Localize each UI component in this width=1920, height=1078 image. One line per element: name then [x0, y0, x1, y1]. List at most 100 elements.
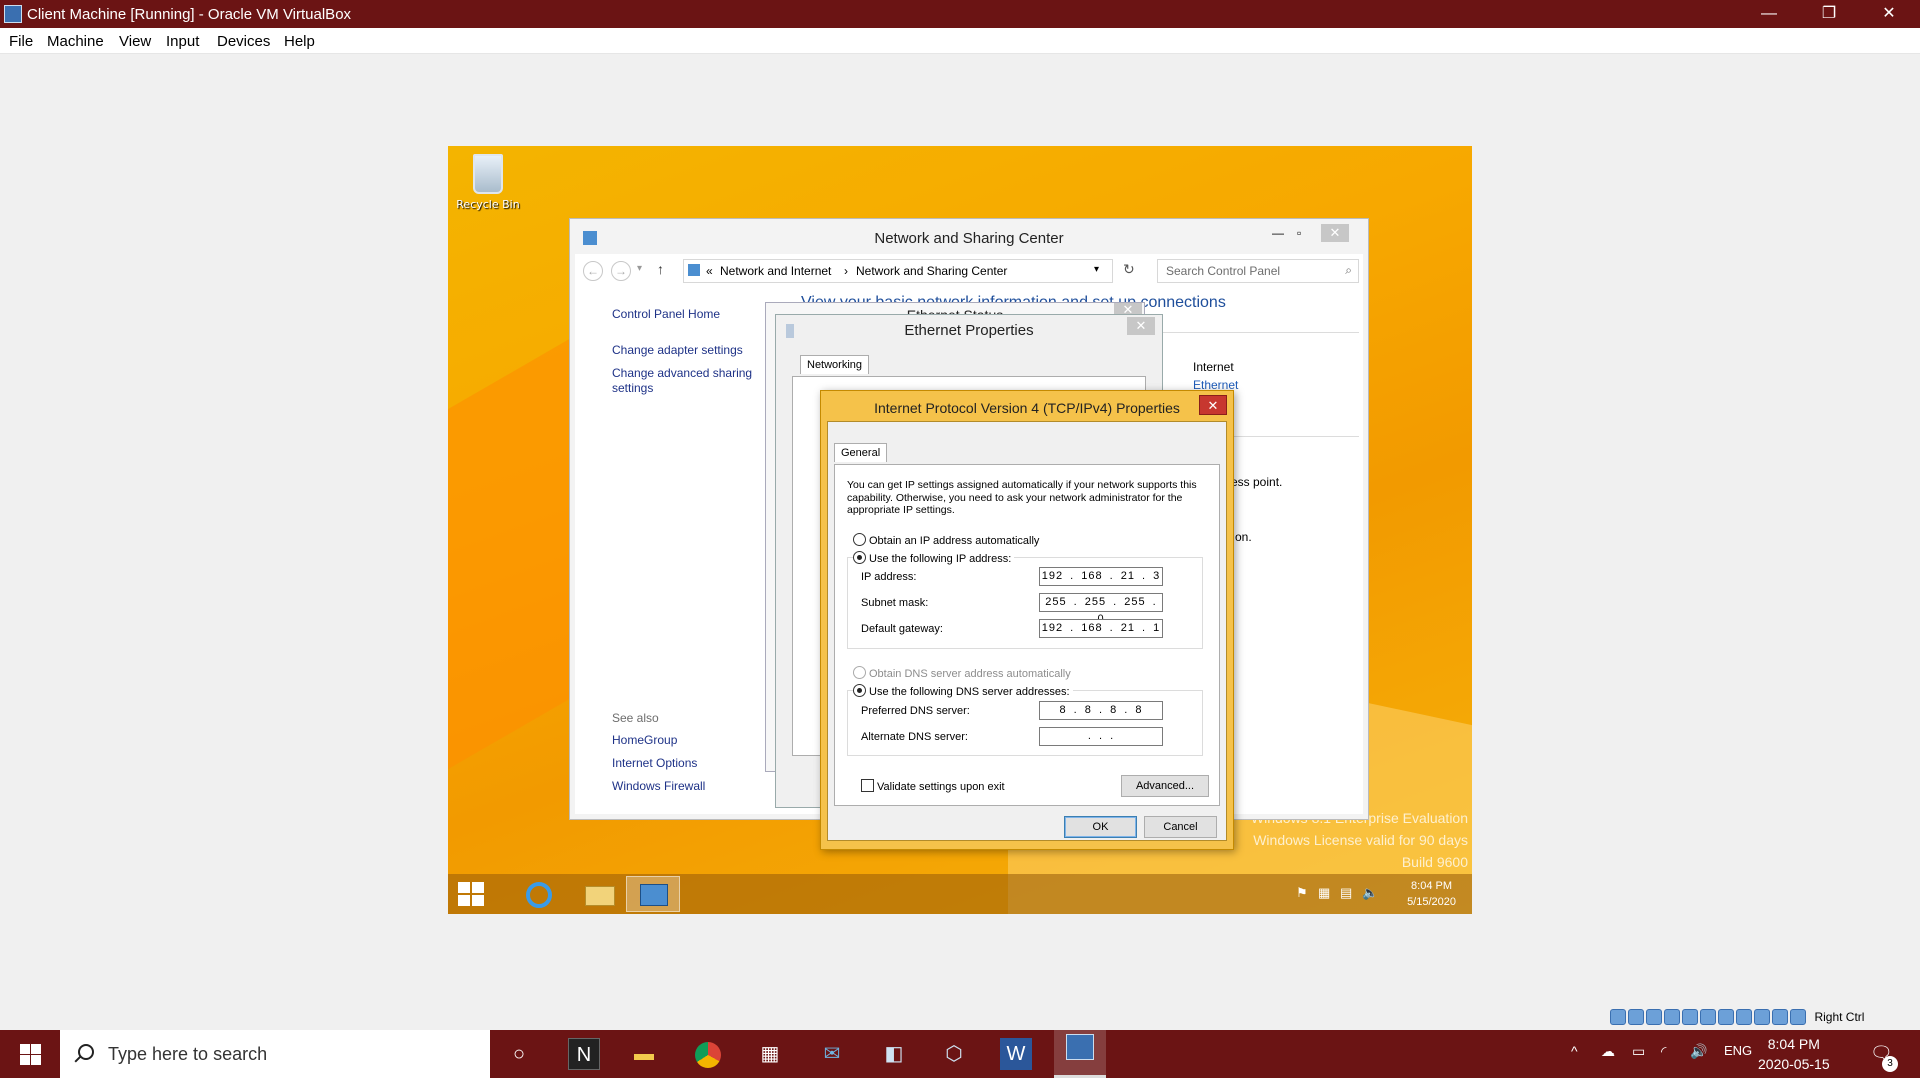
menu-devices[interactable]: Devices	[217, 33, 270, 50]
cpu-icon[interactable]	[1754, 1008, 1770, 1025]
wifi-icon[interactable]: ◜	[1661, 1043, 1666, 1060]
language-indicator[interactable]: ENG	[1724, 1043, 1752, 1058]
alternate-dns-field[interactable]: . . .	[1039, 727, 1163, 746]
up-arrow-icon[interactable]: ↑	[657, 261, 664, 277]
obtain-ip-auto-radio[interactable]: Obtain an IP address automatically	[853, 533, 1039, 547]
windows-start-button[interactable]	[0, 1030, 60, 1078]
guest-clock[interactable]: 8:04 PM 5/15/2020	[1407, 878, 1456, 910]
default-gateway-field[interactable]: 192 . 168 . 21 . 1	[1039, 619, 1163, 638]
search-icon[interactable]: ⌕	[1345, 263, 1352, 278]
recycle-bin[interactable]: Recycle Bin	[456, 154, 520, 211]
volume-icon[interactable]: 🔊	[1690, 1043, 1707, 1060]
recording-icon[interactable]	[1736, 1008, 1752, 1025]
breadcrumb-nsc[interactable]: Network and Sharing Center	[856, 264, 1007, 278]
chevron-down-icon[interactable]: ▾	[1094, 264, 1099, 275]
menu-help[interactable]: Help	[284, 33, 315, 50]
volume-icon[interactable]: 🔈	[1362, 885, 1378, 901]
back-arrow-icon[interactable]: ←	[583, 261, 603, 281]
ethernet-properties-title: Ethernet Properties	[904, 322, 1034, 339]
search-placeholder: Search Control Panel	[1166, 264, 1281, 278]
notion-icon[interactable]: N	[568, 1038, 600, 1070]
battery-icon[interactable]: ▭	[1632, 1043, 1645, 1060]
tab-general[interactable]: General	[834, 443, 888, 462]
vm-window-icon[interactable]	[1054, 1030, 1106, 1078]
menu-machine[interactable]: Machine	[47, 33, 104, 50]
ok-button[interactable]: OK	[1064, 816, 1137, 838]
search-placeholder: Type here to search	[108, 1044, 268, 1064]
host-clock[interactable]: 8:04 PM 2020-05-15	[1758, 1034, 1830, 1074]
notification-badge: 3	[1882, 1056, 1898, 1072]
shared-folder-icon[interactable]	[1700, 1008, 1716, 1025]
minimize-button[interactable]: —	[1272, 226, 1284, 240]
refresh-icon[interactable]: ↻	[1123, 261, 1135, 278]
menu-input[interactable]: Input	[166, 33, 199, 50]
tab-networking[interactable]: Networking	[800, 355, 870, 374]
internet-options-link[interactable]: Internet Options	[612, 756, 697, 771]
use-ip-radio[interactable]: Use the following IP address:	[853, 551, 1015, 565]
close-button[interactable]: ✕	[1127, 317, 1155, 335]
display-icon[interactable]	[1718, 1008, 1734, 1025]
breadcrumb-network-internet[interactable]: Network and Internet	[720, 264, 831, 278]
wallpaper-shape	[448, 328, 588, 804]
vbox-status-bar: Right Ctrl	[1610, 1008, 1864, 1028]
control-panel-icon[interactable]	[626, 876, 680, 912]
chrome-icon[interactable]	[692, 1038, 724, 1070]
use-ip-label: Use the following IP address:	[869, 553, 1012, 565]
obtain-dns-auto-label: Obtain DNS server address automatically	[869, 668, 1071, 680]
control-panel-home-link[interactable]: Control Panel Home	[612, 307, 720, 322]
ie-icon[interactable]	[512, 876, 566, 912]
homegroup-link[interactable]: HomeGroup	[612, 733, 677, 748]
validate-settings-checkbox[interactable]: Validate settings upon exit	[861, 779, 1005, 793]
change-advanced-sharing-link[interactable]: Change advanced sharing	[612, 366, 752, 381]
cortana-icon[interactable]: ○	[503, 1038, 535, 1070]
search-input[interactable]: Search Control Panel ⌕	[1157, 259, 1359, 283]
optical-drive-icon[interactable]	[1628, 1008, 1644, 1025]
mail-icon[interactable]: ✉	[816, 1038, 848, 1070]
ipv4-properties-dialog[interactable]: Internet Protocol Version 4 (TCP/IPv4) P…	[820, 390, 1234, 850]
store-icon[interactable]: ▦	[754, 1038, 786, 1070]
file-explorer-icon[interactable]	[573, 876, 627, 912]
advanced-button[interactable]: Advanced...	[1121, 775, 1209, 797]
network-adapter-icon[interactable]	[1664, 1008, 1680, 1025]
chevron-up-icon[interactable]: ^	[1571, 1043, 1578, 1059]
host-menu-bar: File Machine View Input Devices Help	[0, 28, 1920, 54]
change-advanced-sharing-link-line2[interactable]: settings	[612, 381, 653, 396]
network-icon[interactable]: ▦	[1318, 885, 1330, 901]
use-dns-radio[interactable]: Use the following DNS server addresses:	[853, 684, 1073, 698]
app-icon[interactable]: ◧	[878, 1038, 910, 1070]
subnet-mask-field[interactable]: 255 . 255 . 255 . 0	[1039, 593, 1163, 625]
obtain-dns-auto-radio[interactable]: Obtain DNS server address automatically	[853, 666, 1071, 680]
virtualbox-icon[interactable]: ⬡	[938, 1038, 970, 1070]
change-adapter-settings-link[interactable]: Change adapter settings	[612, 343, 743, 358]
audio-icon[interactable]	[1646, 1008, 1662, 1025]
radio-icon	[853, 684, 866, 697]
close-button[interactable]: ✕	[1199, 395, 1227, 415]
breadcrumb[interactable]: « Network and Internet › Network and Sha…	[683, 259, 1113, 283]
windows-firewall-link[interactable]: Windows Firewall	[612, 779, 705, 794]
watermark-line: Build 9600	[1401, 854, 1468, 870]
menu-file[interactable]: File	[9, 33, 33, 50]
onedrive-icon[interactable]: ☁	[1601, 1043, 1615, 1060]
ip-address-field[interactable]: 192 . 168 . 21 . 3	[1039, 567, 1163, 586]
close-button[interactable]: ✕	[1321, 224, 1349, 242]
guest-start-button[interactable]	[458, 882, 484, 906]
keyboard-icon[interactable]: ▤	[1340, 885, 1352, 901]
menu-view[interactable]: View	[119, 33, 151, 50]
file-explorer-icon[interactable]: ▬	[628, 1038, 660, 1070]
word-icon[interactable]: W	[1000, 1038, 1032, 1070]
maximize-button[interactable]: ▫	[1297, 226, 1301, 240]
preferred-dns-field[interactable]: 8 . 8 . 8 . 8	[1039, 701, 1163, 720]
radio-icon	[853, 533, 866, 546]
close-button[interactable]: ✕	[1860, 0, 1918, 28]
mouse-integration-icon[interactable]	[1790, 1008, 1806, 1025]
restore-button[interactable]: ❐	[1800, 0, 1858, 28]
minimize-button[interactable]: —	[1740, 0, 1798, 28]
usb-icon[interactable]	[1682, 1008, 1698, 1025]
chevron-down-icon[interactable]: ▾	[637, 263, 642, 274]
flag-icon[interactable]: ⚑	[1296, 885, 1308, 901]
forward-arrow-icon[interactable]: →	[611, 261, 631, 281]
guest-additions-icon[interactable]	[1772, 1008, 1788, 1025]
taskbar-search[interactable]: Type here to search	[60, 1030, 490, 1078]
hard-disk-icon[interactable]	[1610, 1008, 1626, 1025]
cancel-button[interactable]: Cancel	[1144, 816, 1217, 838]
